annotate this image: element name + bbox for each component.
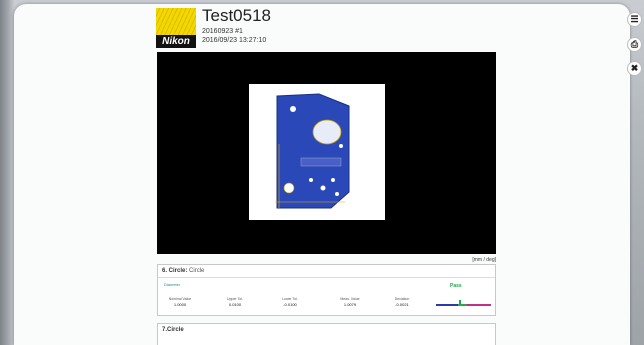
units-label: [mm / deg] xyxy=(472,257,496,263)
metric-nominal: Nominal Value 1.0000 xyxy=(160,297,200,307)
feature-6-header: 6. Circle: Circle xyxy=(158,265,495,278)
metric-upper-tol-value: 0.0100 xyxy=(228,302,242,307)
feature-7-card: 7.Circle xyxy=(157,323,496,345)
feature-6-row-label: Diameter xyxy=(164,282,181,287)
large-hole xyxy=(312,119,342,145)
metric-lower-tol-value: -0.0100 xyxy=(283,302,297,307)
hole-6 xyxy=(335,192,339,196)
hole-3 xyxy=(309,178,313,182)
report-header: Nikon Test0518 20160923 #1 2016/09/23 13… xyxy=(156,6,496,48)
tolerance-bar xyxy=(436,304,491,306)
feature-6-card: 6. Circle: Circle Diameter xyxy=(157,264,496,316)
window-frame-edge xyxy=(0,0,14,345)
logo-text: Nikon xyxy=(156,35,196,48)
metric-measured-value: 1.0079 xyxy=(343,302,357,307)
feature-6-type: Circle xyxy=(189,268,205,274)
metric-nominal-value: 1.0000 xyxy=(173,302,187,307)
nikon-logo: Nikon xyxy=(156,8,196,48)
hole-5 xyxy=(331,178,335,182)
hole-4 xyxy=(320,185,326,191)
metric-lower-tol-label: Lower Tol. xyxy=(282,297,298,301)
metric-deviation-label: Deviation xyxy=(394,297,410,301)
feature-6-title: 6. Circle: xyxy=(162,268,188,274)
print-icon[interactable]: ⎙ xyxy=(627,37,642,52)
report-subtitle-date: 2016/09/23 13:27:10 xyxy=(202,37,267,44)
report-subtitle-id: 20160923 #1 xyxy=(202,28,243,35)
metric-measured-label: Meas. Value xyxy=(340,297,360,301)
close-icon[interactable]: ✖ xyxy=(627,61,642,76)
part-image xyxy=(249,84,385,220)
hole-2 xyxy=(283,182,295,194)
feature-7-header: 7.Circle xyxy=(158,324,495,336)
metric-deviation-value: -0.0021 xyxy=(395,302,409,307)
slot xyxy=(300,157,342,167)
metric-upper-tol: Upper Tol. 0.0100 xyxy=(215,297,255,307)
metric-deviation: Deviation -0.0021 xyxy=(382,297,422,307)
metric-measured: Meas. Value 1.0079 xyxy=(330,297,370,307)
hole-1 xyxy=(290,106,296,112)
metric-upper-tol-label: Upper Tol. xyxy=(227,297,243,301)
measurement-viewer[interactable] xyxy=(157,52,496,254)
feature-7-title: 7.Circle xyxy=(162,327,184,333)
logo-rays xyxy=(156,8,196,38)
hole-7 xyxy=(339,144,343,148)
list-icon[interactable]: ☰ xyxy=(627,12,642,27)
metric-lower-tol: Lower Tol. -0.0100 xyxy=(270,297,310,307)
status-pass: Pass xyxy=(450,283,462,289)
metric-nominal-label: Nominal Value xyxy=(168,297,192,301)
report-title: Test0518 xyxy=(202,6,271,25)
